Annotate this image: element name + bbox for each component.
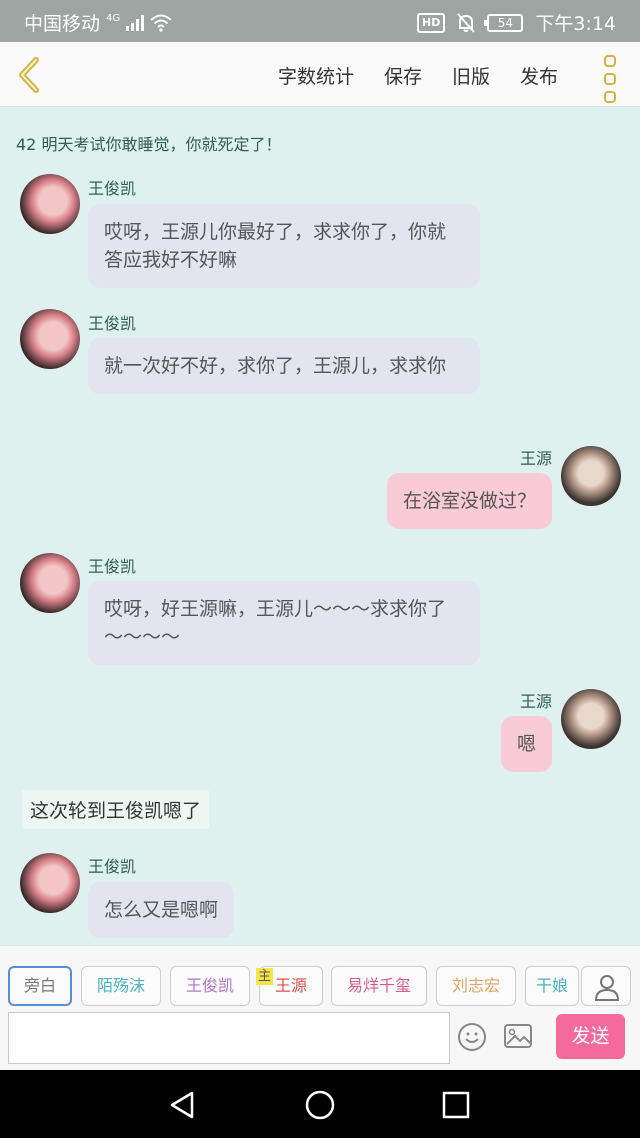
character-chip[interactable]: 陌殇沫 xyxy=(81,966,161,1006)
system-nav-bar xyxy=(0,1070,640,1138)
message-input[interactable] xyxy=(8,1012,450,1064)
back-triangle-icon[interactable] xyxy=(168,1090,198,1120)
signal-icon xyxy=(126,14,145,31)
character-chip[interactable]: 干娘 xyxy=(525,966,579,1006)
message-bubble[interactable]: 就一次好不好，求你了，王源儿，求求你 xyxy=(88,338,480,394)
wifi-icon xyxy=(150,14,172,32)
sender-name: 王俊凯 xyxy=(88,314,137,333)
chat-area: 42 明天考试你敢睡觉，你就死定了！ 王俊凯 哎呀，王源儿你最好了，求求你了，你… xyxy=(0,107,640,945)
top-toolbar: 字数统计 保存 旧版 发布 xyxy=(0,42,640,107)
character-chip[interactable]: 旁白 xyxy=(8,966,72,1006)
character-chip[interactable]: 王俊凯 xyxy=(170,966,250,1006)
add-character-button[interactable] xyxy=(581,966,631,1006)
main-character-badge: 主 xyxy=(256,968,274,985)
battery-icon: 54 xyxy=(484,13,524,32)
hd-badge: HD xyxy=(416,12,446,33)
recent-apps-icon[interactable] xyxy=(441,1090,471,1120)
avatar[interactable] xyxy=(20,309,80,369)
avatar[interactable] xyxy=(561,689,621,749)
character-chip[interactable]: 刘志宏 xyxy=(436,966,516,1006)
old-version-button[interactable]: 旧版 xyxy=(452,62,490,89)
avatar[interactable] xyxy=(20,553,80,613)
person-icon xyxy=(594,975,620,1001)
home-circle-icon[interactable] xyxy=(304,1089,336,1121)
more-menu-icon[interactable] xyxy=(604,55,616,103)
send-button[interactable]: 发送 xyxy=(556,1014,625,1059)
message-bubble[interactable]: 嗯 xyxy=(500,716,552,772)
message-bubble[interactable]: 哎呀，好王源嘛，王源儿～～～求求你了～～～～ xyxy=(88,581,480,665)
character-selector: 旁白 陌殇沫 王俊凯 王源 主 易烊千玺 刘志宏 干娘 xyxy=(0,945,640,1010)
emoji-icon[interactable] xyxy=(458,1023,486,1051)
sender-name: 王俊凯 xyxy=(88,179,137,198)
input-row: 发送 xyxy=(0,1010,640,1070)
carrier-label: 中国移动 xyxy=(24,13,101,35)
avatar[interactable] xyxy=(561,446,621,506)
avatar[interactable] xyxy=(20,853,80,913)
word-count-button[interactable]: 字数统计 xyxy=(278,62,354,89)
clock: 下午3:14 xyxy=(535,13,616,35)
back-arrow-icon[interactable] xyxy=(14,56,44,94)
character-chip[interactable]: 易烊千玺 xyxy=(331,966,427,1006)
image-icon[interactable] xyxy=(504,1024,532,1048)
message-bubble[interactable]: 在浴室没做过？ xyxy=(386,473,552,529)
publish-button[interactable]: 发布 xyxy=(520,62,558,89)
sender-name: 王源 xyxy=(519,449,552,468)
status-bar: 中国移动 4G HD 54 下午3:14 xyxy=(0,0,640,42)
bell-off-icon xyxy=(457,12,476,33)
sender-name: 王俊凯 xyxy=(88,557,137,576)
toolbar-menu: 字数统计 保存 旧版 发布 xyxy=(278,62,558,89)
message-bubble[interactable]: 哎呀，王源儿你最好了，求求你了，你就答应我好不好嘛 xyxy=(88,204,480,288)
avatar[interactable] xyxy=(20,174,80,234)
network-type: 4G xyxy=(106,13,121,24)
sender-name: 王俊凯 xyxy=(88,857,137,876)
save-button[interactable]: 保存 xyxy=(384,62,422,89)
message-bubble[interactable]: 怎么又是嗯啊 xyxy=(88,882,235,938)
sender-name: 王源 xyxy=(519,692,552,711)
chapter-title: 42 明天考试你敢睡觉，你就死定了！ xyxy=(16,135,282,154)
narration-text[interactable]: 这次轮到王俊凯嗯了 xyxy=(22,790,210,829)
